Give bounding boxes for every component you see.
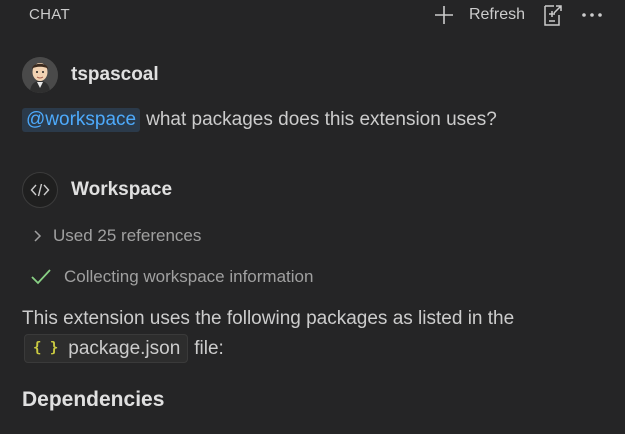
- new-chat-button[interactable]: [431, 0, 457, 30]
- avatar: [22, 57, 58, 93]
- ellipsis-icon: [582, 13, 602, 17]
- plus-icon: [434, 6, 453, 24]
- references-label: Used 25 references: [53, 226, 202, 245]
- file-reference-name: package.json: [68, 338, 181, 360]
- answer-text: This extension uses the following packag…: [22, 304, 612, 364]
- check-icon: [31, 269, 51, 285]
- dependencies-heading: Dependencies: [22, 388, 165, 411]
- progress-label: Collecting workspace information: [64, 267, 314, 286]
- avatar-icon: [22, 57, 58, 93]
- agent-name: Workspace: [71, 179, 173, 200]
- answer-line-1: This extension uses the following packag…: [22, 308, 515, 329]
- file-reference-chip[interactable]: { } package.json: [24, 334, 189, 364]
- code-icon: [30, 183, 50, 197]
- more-actions-button[interactable]: [579, 0, 605, 30]
- user-message-header: tspascoal: [22, 57, 159, 93]
- json-file-icon: { }: [33, 340, 59, 357]
- export-icon: [544, 5, 562, 26]
- progress-message: Collecting workspace information: [30, 267, 313, 287]
- chat-header: CHAT Refresh: [0, 0, 625, 30]
- header-actions: Refresh: [431, 0, 605, 30]
- user-message-text: @workspace what packages does this exten…: [22, 108, 497, 132]
- agent-message-header: Workspace: [22, 172, 172, 208]
- panel-title: CHAT: [29, 6, 70, 23]
- workspace-mention[interactable]: @workspace: [22, 108, 141, 132]
- user-question: what packages does this extension uses?: [146, 109, 497, 130]
- answer-line-2: file:: [194, 338, 224, 359]
- export-button[interactable]: [539, 0, 565, 30]
- chevron-right-icon: [34, 230, 42, 242]
- user-name: tspascoal: [71, 64, 159, 85]
- chat-panel: CHAT Refresh tspascoal @workspace what p…: [0, 0, 625, 434]
- references-toggle[interactable]: Used 25 references: [33, 226, 201, 246]
- refresh-button[interactable]: Refresh: [469, 0, 525, 30]
- agent-avatar: [22, 172, 58, 208]
